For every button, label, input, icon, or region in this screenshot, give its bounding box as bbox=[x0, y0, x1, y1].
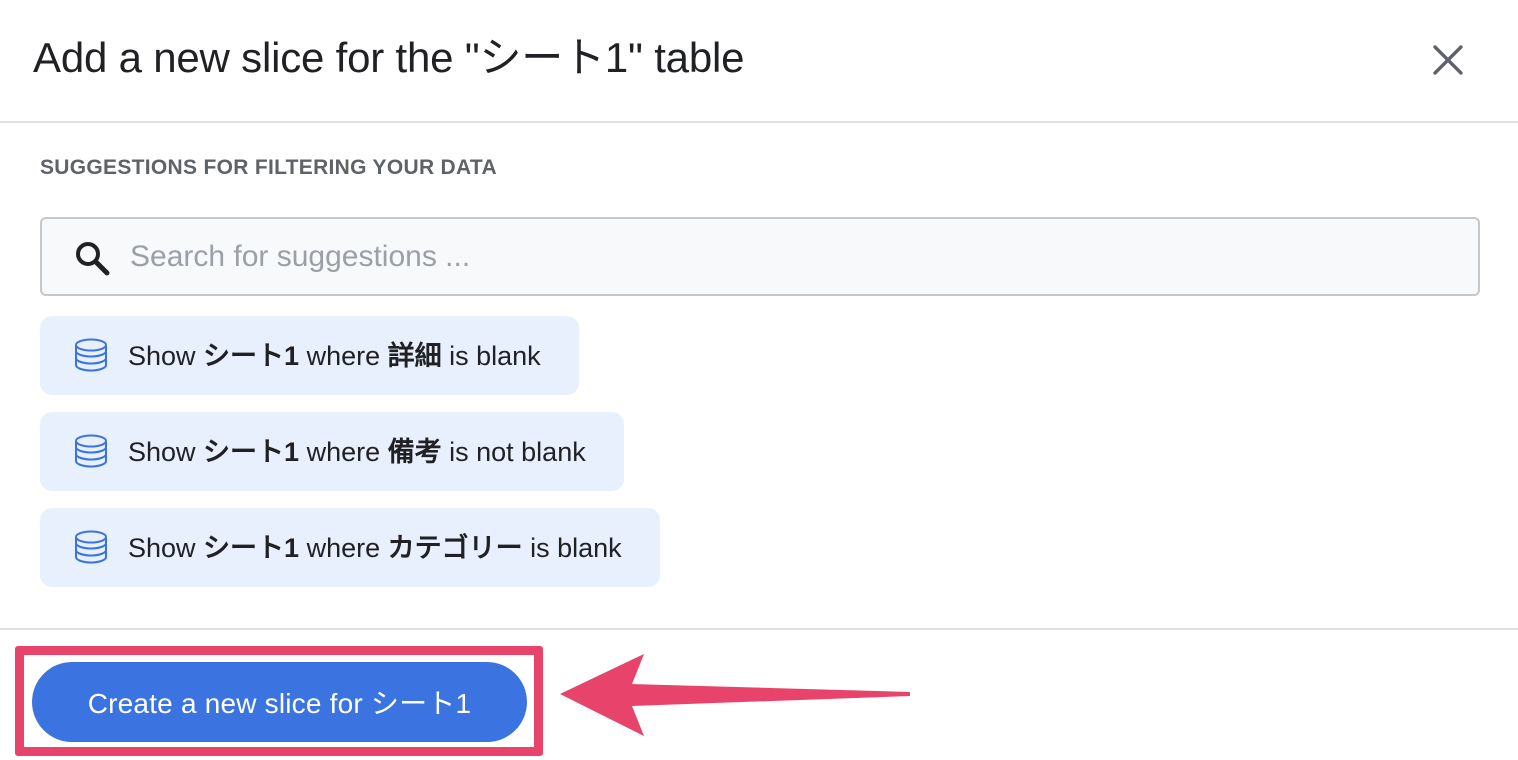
search-input[interactable] bbox=[130, 231, 1450, 283]
suggestion-text: Show シート1 where 詳細 is blank bbox=[128, 340, 541, 371]
suggestion-chip[interactable]: Show シート1 where 備考 is not blank bbox=[40, 412, 624, 491]
suggestion-text: Show シート1 where 備考 is not blank bbox=[128, 436, 586, 467]
suggestion-text: Show シート1 where カテゴリー is blank bbox=[128, 532, 622, 563]
annotation-arrow-icon bbox=[560, 654, 910, 736]
suggestion-chip[interactable]: Show シート1 where 詳細 is blank bbox=[40, 316, 579, 395]
database-icon bbox=[75, 530, 107, 564]
close-icon bbox=[1433, 45, 1463, 75]
dialog-title: Add a new slice for the "シート1" table bbox=[33, 34, 745, 81]
database-icon bbox=[75, 338, 107, 372]
suggestions-heading: SUGGESTIONS FOR FILTERING YOUR DATA bbox=[40, 156, 497, 179]
suggestion-chip[interactable]: Show シート1 where カテゴリー is blank bbox=[40, 508, 660, 587]
database-icon bbox=[75, 434, 107, 468]
search-icon bbox=[76, 242, 110, 276]
footer-divider bbox=[0, 628, 1518, 630]
close-button[interactable] bbox=[1420, 32, 1476, 88]
add-slice-dialog: Add a new slice for the "シート1" table SUG… bbox=[0, 0, 1518, 760]
dialog-header: Add a new slice for the "シート1" table bbox=[0, 0, 1518, 123]
create-slice-button[interactable]: Create a new slice for シート1 bbox=[32, 662, 527, 742]
search-box[interactable] bbox=[40, 217, 1480, 296]
